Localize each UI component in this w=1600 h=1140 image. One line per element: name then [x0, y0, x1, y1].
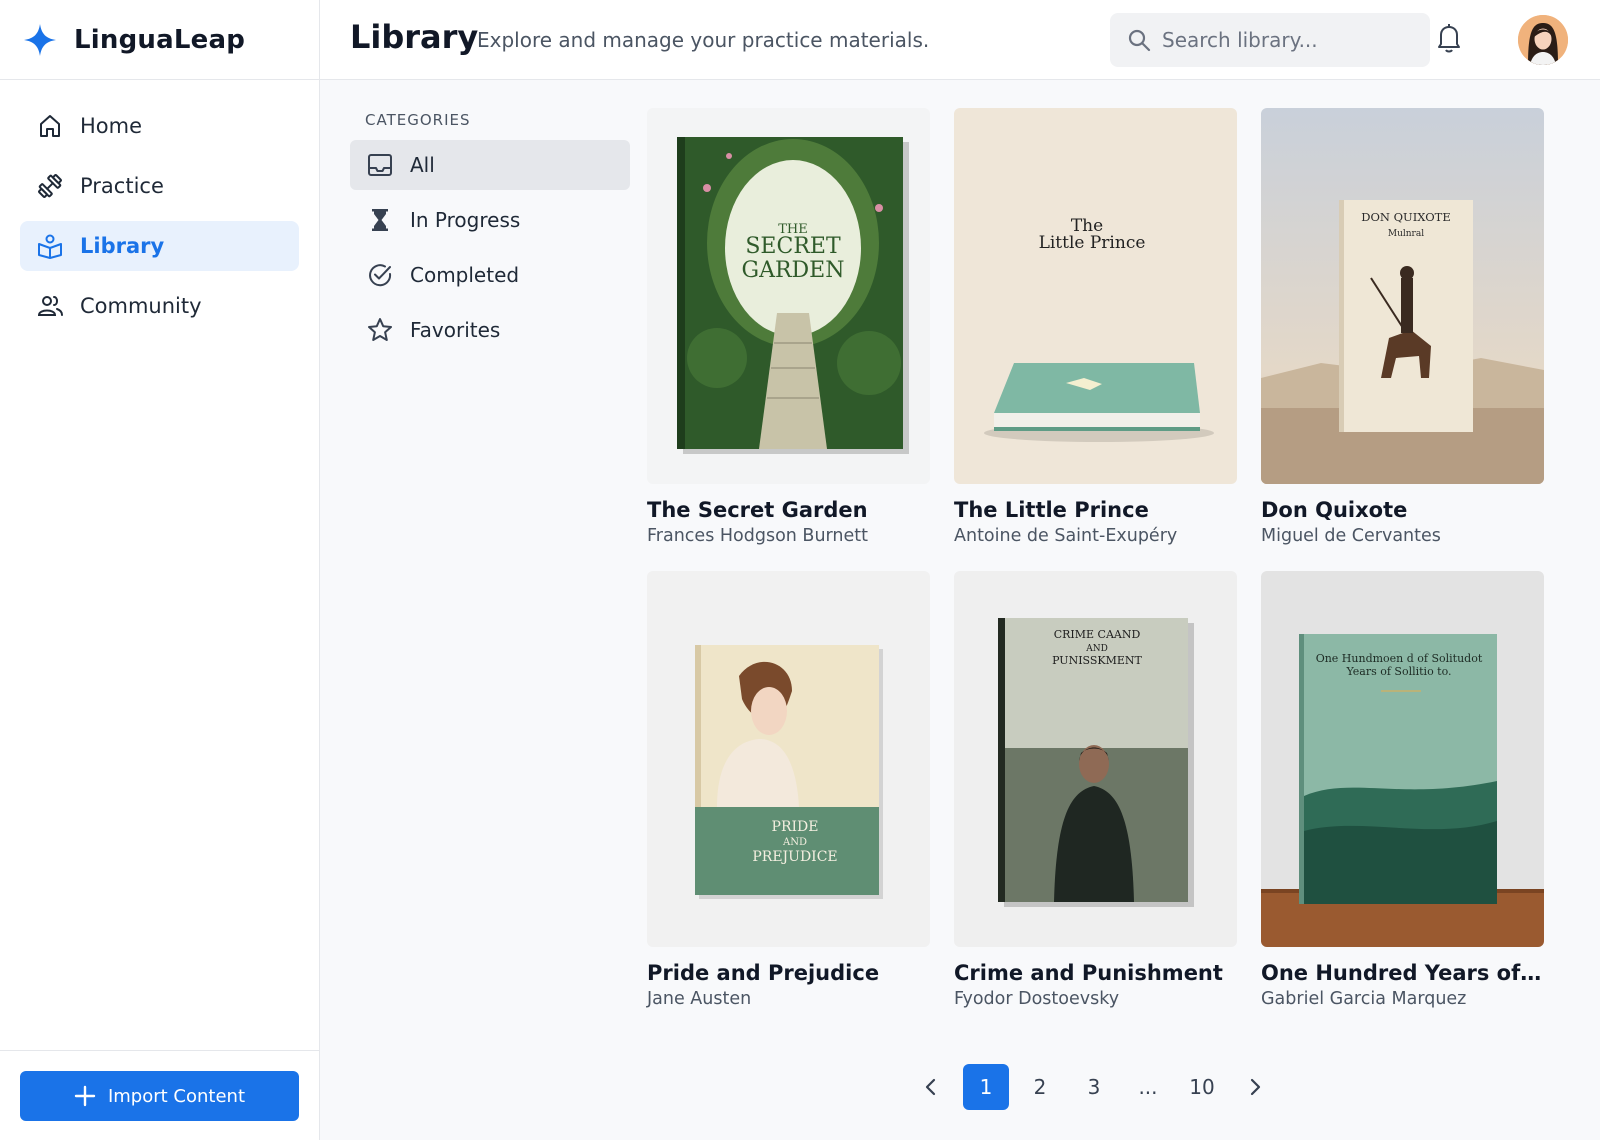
page-button-3[interactable]: 3 [1071, 1064, 1117, 1110]
top-header: Library Explore and manage your practice… [320, 0, 1600, 80]
user-avatar-image [1518, 15, 1568, 65]
users-icon [37, 296, 63, 316]
inbox-icon [368, 154, 392, 176]
hourglass-icon [372, 209, 388, 231]
book-title[interactable]: Crime and Punishment [954, 961, 1237, 985]
book-card[interactable]: DON QUIXOTE Mulnral Don Quixote Miguel d… [1261, 108, 1544, 546]
brand[interactable]: LinguaLeap [0, 0, 319, 80]
book-title[interactable]: The Little Prince [954, 498, 1237, 522]
cover-text: One Hundmoen d of Solitudot [1316, 652, 1483, 665]
category-label: In Progress [410, 208, 521, 232]
book-cover[interactable]: The Little Prince [954, 108, 1237, 484]
cover-text: CRIME CAAND [1054, 628, 1141, 641]
book-author: Jane Austen [647, 989, 752, 1009]
cover-text: Little Prince [1039, 233, 1146, 253]
cover-text: SECRET [745, 234, 841, 259]
book-author: Fyodor Dostoevsky [954, 989, 1120, 1009]
book-cover[interactable]: One Hundmoen d of Solitudot Years of Sol… [1261, 571, 1544, 947]
book-cover[interactable]: CRIME CAAND AND PUNISSKMENT [954, 571, 1237, 947]
cover-text: Years of Sollitio to. [1345, 665, 1451, 678]
import-content-label: Import Content [107, 1085, 246, 1107]
cover-text: AND [1085, 644, 1108, 654]
sidebar-item-label: Home [80, 114, 143, 138]
next-page-button[interactable] [1232, 1064, 1278, 1110]
dumbbell-icon [38, 174, 62, 198]
book-title[interactable]: The Secret Garden [647, 498, 930, 522]
sidebar: LinguaLeap Home Practice Library Communi… [0, 0, 320, 1140]
chevron-left-icon [925, 1078, 936, 1096]
sidebar-item-practice[interactable]: Practice [20, 161, 299, 211]
cover-text: GARDEN [742, 258, 845, 283]
book-card[interactable]: The Little Prince The Little Prince Anto… [954, 108, 1237, 546]
book-title[interactable]: Don Quixote [1261, 498, 1544, 522]
sidebar-item-label: Community [80, 294, 202, 318]
page-button-10[interactable]: 10 [1179, 1064, 1225, 1110]
chevron-right-icon [1250, 1078, 1261, 1096]
category-all[interactable]: All [350, 140, 630, 190]
category-label: All [410, 153, 435, 177]
book-card[interactable]: THE SECRET GARDEN The Secret Garden Fran… [647, 108, 930, 546]
book-cover[interactable]: THE SECRET GARDEN [647, 108, 930, 484]
cover-text: PREJUDICE [752, 849, 837, 865]
check-circle-icon [369, 264, 392, 287]
sidebar-item-label: Practice [80, 174, 164, 198]
book-card[interactable]: PRIDE AND PREJUDICE Pride and Prejudice … [647, 571, 930, 1009]
notification-bell-icon[interactable] [1432, 20, 1466, 56]
book-reader-icon [38, 234, 62, 259]
category-completed[interactable]: Completed [350, 250, 630, 300]
sidebar-item-label: Library [80, 234, 165, 258]
home-icon [40, 115, 60, 137]
search-input[interactable] [1162, 28, 1412, 52]
sidebar-item-community[interactable]: Community [20, 281, 299, 331]
categories-heading: CATEGORIES [365, 111, 471, 129]
sidebar-nav: Home Practice Library Community [0, 80, 319, 331]
user-avatar[interactable] [1518, 15, 1568, 65]
book-card[interactable]: One Hundmoen d of Solitudot Years of Sol… [1261, 571, 1544, 1009]
page-button-1[interactable]: 1 [963, 1064, 1009, 1110]
sidebar-item-home[interactable]: Home [20, 101, 299, 151]
star-icon [368, 318, 392, 341]
book-title[interactable]: Pride and Prejudice [647, 961, 930, 985]
book-author: Antoine de Saint-Exupéry [954, 526, 1178, 546]
sparkle-logo-icon [24, 23, 56, 56]
sidebar-footer: Import Content [0, 1050, 319, 1140]
cover-text: PUNISSKMENT [1052, 654, 1142, 667]
search-box[interactable] [1110, 13, 1430, 67]
category-favorites[interactable]: Favorites [350, 305, 630, 355]
book-card[interactable]: CRIME CAAND AND PUNISSKMENT Crime and Pu… [954, 571, 1237, 1009]
search-icon [1128, 29, 1151, 52]
page-title: Library [350, 18, 479, 56]
category-label: Favorites [410, 318, 501, 342]
prev-page-button[interactable] [908, 1064, 954, 1110]
cover-text: AND [782, 837, 807, 848]
book-cover[interactable]: DON QUIXOTE Mulnral [1261, 108, 1544, 484]
page-button-2[interactable]: 2 [1017, 1064, 1063, 1110]
page-subtitle: Explore and manage your practice materia… [477, 28, 930, 52]
sidebar-item-library[interactable]: Library [20, 221, 299, 271]
book-author: Frances Hodgson Burnett [647, 526, 868, 546]
category-in-progress[interactable]: In Progress [350, 195, 630, 245]
category-label: Completed [410, 263, 520, 287]
plus-icon [74, 1085, 96, 1107]
cover-text: Mulnral [1388, 229, 1424, 239]
page-ellipsis: ... [1138, 1075, 1158, 1099]
categories-list: All In Progress Completed Favorites [350, 140, 630, 360]
app-name: LinguaLeap [74, 24, 246, 55]
book-author: Miguel de Cervantes [1261, 526, 1441, 546]
book-cover[interactable]: PRIDE AND PREJUDICE [647, 571, 930, 947]
import-content-button[interactable]: Import Content [20, 1071, 299, 1121]
book-author: Gabriel Garcia Marquez [1261, 989, 1467, 1009]
book-title[interactable]: One Hundred Years of Solit... [1261, 961, 1544, 985]
cover-text: PRIDE [772, 819, 819, 835]
cover-text: DON QUIXOTE [1361, 210, 1451, 224]
